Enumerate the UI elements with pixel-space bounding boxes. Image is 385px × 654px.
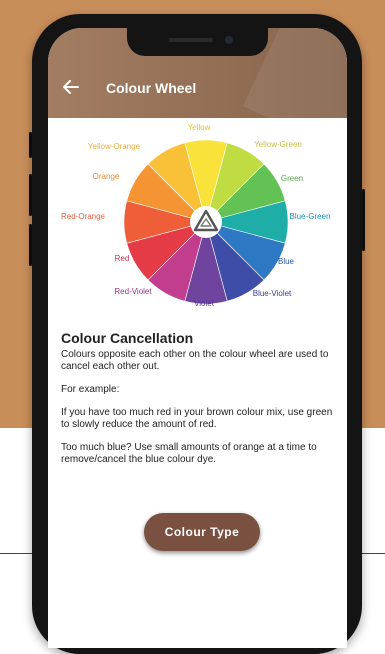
wheel-label-green: Green: [280, 174, 304, 183]
wheel-label-yellow-green: Yellow-Green: [254, 140, 302, 149]
phone-power-button: [362, 189, 365, 251]
wheel-label-orange: Orange: [92, 172, 120, 181]
speaker-grille: [169, 38, 213, 42]
camera-icon: [225, 36, 233, 44]
intro-paragraph: Colours opposite each other on the colou…: [61, 349, 329, 372]
wheel-label-blue-violet: Blue-Violet: [252, 289, 292, 298]
phone-mute-switch: [29, 132, 32, 158]
wheel-label-yellow-orange: Yellow-Orange: [87, 142, 141, 151]
wheel-label-yellow: Yellow: [187, 123, 211, 132]
wheel-label-violet: Violet: [194, 299, 214, 308]
colour-type-button[interactable]: Colour Type: [144, 513, 260, 551]
section-heading: Colour Cancellation: [61, 330, 194, 346]
wheel-label-blue: Blue: [277, 257, 295, 266]
wheel-label-blue-green: Blue-Green: [289, 212, 331, 221]
example-label: For example:: [61, 384, 120, 395]
blue-example-paragraph: Too much blue? Use small amounts of oran…: [61, 442, 317, 465]
phone-volume-up: [29, 174, 32, 216]
colour-wheel-figure: Yellow Yellow-Green Green Blue-Green Blue Blu…: [48, 118, 347, 338]
wheel-label-red-orange: Red-Orange: [60, 212, 106, 221]
phone-notch: [127, 28, 268, 56]
content-section: Colour Cancellation Colours opposite eac…: [61, 330, 341, 466]
page-title: Colour Wheel: [106, 80, 197, 96]
red-example-paragraph: If you have too much red in your brown c…: [61, 407, 333, 430]
arrow-left-icon[interactable]: [60, 76, 82, 98]
phone-volume-down: [29, 224, 32, 266]
wheel-label-red-violet: Red-Violet: [114, 287, 152, 296]
wheel-label-red: Red: [114, 254, 130, 263]
phone-screen: Colour Wheel Yellow Yellow-Green Green Blue…: [48, 28, 347, 648]
